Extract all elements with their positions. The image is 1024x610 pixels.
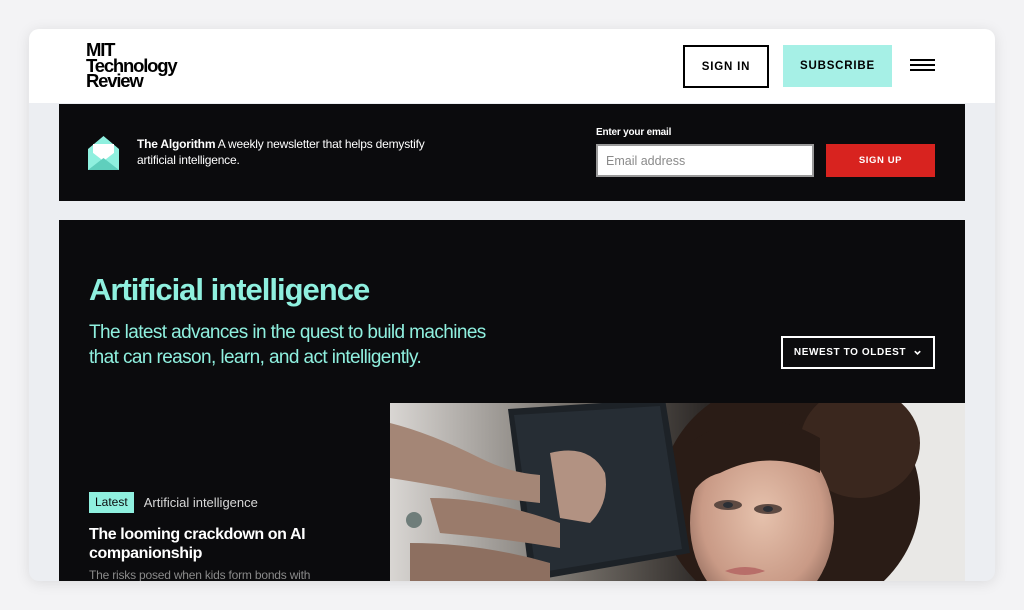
newsletter-description: The Algorithm A weekly newsletter that h… <box>137 137 457 168</box>
latest-badge: Latest <box>89 492 134 513</box>
featured-article-dek: The risks posed when kids form bonds wit… <box>89 568 311 581</box>
newsletter-signup-bar: The Algorithm A weekly newsletter that h… <box>59 104 965 201</box>
photo-of-woman-holding-phone <box>390 403 965 581</box>
featured-article-title[interactable]: The looming crackdown on AI companionshi… <box>89 526 339 563</box>
mit-technology-review-logo[interactable]: MIT Technology Review <box>86 41 178 90</box>
featured-article-image[interactable] <box>390 403 965 581</box>
page-title: Artificial intelligence <box>89 272 370 307</box>
browser-viewport: MIT Technology Review SIGN IN SUBSCRIBE … <box>29 29 995 581</box>
newsletter-name: The Algorithm <box>137 137 216 151</box>
site-header: MIT Technology Review SIGN IN SUBSCRIBE <box>29 29 995 103</box>
article-meta: Latest Artificial intelligence <box>89 492 258 513</box>
subscribe-button[interactable]: SUBSCRIBE <box>783 45 892 87</box>
email-label: Enter your email <box>596 127 672 138</box>
envelope-icon <box>88 136 119 170</box>
sign-up-button[interactable]: SIGN UP <box>826 144 935 177</box>
email-input[interactable] <box>596 144 814 177</box>
topic-hero: Artificial intelligence The latest advan… <box>59 220 965 581</box>
hamburger-menu-icon[interactable] <box>910 59 935 73</box>
topic-description: The latest advances in the quest to buil… <box>89 322 486 368</box>
chevron-down-icon <box>914 350 921 355</box>
sort-order-label: NEWEST TO OLDEST <box>793 347 907 358</box>
sign-in-button[interactable]: SIGN IN <box>683 45 769 88</box>
sort-order-select[interactable]: NEWEST TO OLDEST <box>781 336 935 369</box>
article-topic-link[interactable]: Artificial intelligence <box>144 495 258 510</box>
